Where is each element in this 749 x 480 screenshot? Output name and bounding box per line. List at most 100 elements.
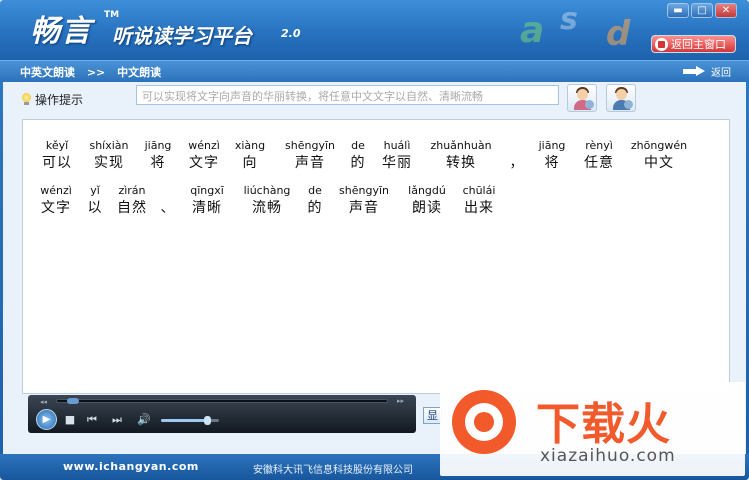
word[interactable]: rènyì 任意 bbox=[575, 138, 623, 173]
hanzi: 可以 bbox=[42, 155, 72, 171]
breadcrumb-item-cn-en-reading[interactable]: 中英文朗读 bbox=[20, 66, 75, 79]
hanzi: 中文 bbox=[644, 155, 674, 171]
reading-line-2: wénzì 文字 yǐ 以 zìrán 自然 、 qīngxī 清晰 liúchàng 流… bbox=[23, 183, 731, 223]
previous-button[interactable]: ⏮ bbox=[85, 412, 99, 428]
male-voice-button[interactable] bbox=[606, 84, 636, 112]
download-logo-icon bbox=[452, 390, 516, 454]
hanzi: 清晰 bbox=[192, 200, 222, 216]
pinyin: liúchàng bbox=[243, 184, 291, 197]
breadcrumb-item-cn-reading: 中文朗读 bbox=[117, 66, 162, 79]
decorative-letters: a s d bbox=[520, 2, 650, 58]
footer-company: 安徽科大讯飞信息科技股份有限公司 bbox=[253, 465, 413, 476]
word[interactable]: zhōngwén 中文 bbox=[623, 138, 695, 173]
play-icon bbox=[585, 100, 594, 109]
female-voice-button[interactable] bbox=[567, 84, 597, 112]
pinyin: rènyì bbox=[585, 139, 613, 152]
title-bar[interactable]: 畅言 TM 听说读学习平台 2.0 a s d ▬ □ ✕ 返回主窗口 bbox=[0, 0, 749, 60]
hanzi: 华丽 bbox=[382, 155, 412, 171]
hanzi: 流畅 bbox=[252, 200, 282, 216]
volume-handle[interactable] bbox=[204, 416, 212, 425]
word[interactable]: wénzì 文字 bbox=[33, 183, 79, 218]
operation-tip-label: 操作提示 bbox=[35, 93, 84, 107]
hanzi: 朗读 bbox=[412, 200, 442, 216]
hanzi: 的 bbox=[307, 200, 323, 216]
breadcrumb-separator: >> bbox=[86, 66, 106, 79]
word[interactable]: wénzì 文字 bbox=[181, 138, 227, 173]
word[interactable]: lǎngdú 朗读 bbox=[401, 183, 453, 218]
word[interactable]: de 的 bbox=[343, 138, 373, 173]
pinyin: qīngxī bbox=[190, 184, 224, 197]
pinyin: yǐ bbox=[90, 184, 100, 197]
back-button[interactable]: 返回 bbox=[683, 64, 731, 79]
word[interactable]: jiāng 将 bbox=[137, 138, 179, 173]
word[interactable]: jiāng 将 bbox=[531, 138, 573, 173]
hanzi: 声音 bbox=[349, 200, 379, 216]
word[interactable]: huálì 华丽 bbox=[375, 138, 419, 173]
word[interactable]: kěyǐ 可以 bbox=[33, 138, 81, 173]
word[interactable]: zhuǎnhuàn 转换 bbox=[421, 138, 501, 173]
restore-button[interactable]: □ bbox=[691, 3, 713, 18]
decor-letter-s: s bbox=[560, 2, 578, 37]
pinyin: kěyǐ bbox=[45, 139, 69, 152]
seek-handle[interactable] bbox=[66, 398, 79, 404]
hanzi: 向 bbox=[242, 155, 258, 171]
word[interactable]: xiàng 向 bbox=[227, 138, 273, 173]
next-button[interactable]: ⏭ bbox=[110, 412, 124, 428]
minimize-button[interactable]: ▬ bbox=[667, 3, 689, 18]
volume-fill bbox=[161, 419, 211, 422]
word[interactable]: shíxiàn 实现 bbox=[81, 138, 137, 173]
word[interactable]: shēngyīn 声音 bbox=[331, 183, 397, 218]
toolbar: 操作提示 可以实现将文字向声音的华丽转换，将任意中文文字以自然、清晰流畅 bbox=[3, 82, 746, 118]
seek-start-icon: ◂◂ bbox=[40, 398, 48, 406]
word[interactable]: chūlái 出来 bbox=[455, 183, 503, 218]
breadcrumb: 中英文朗读 >> 中文朗读 bbox=[20, 64, 169, 80]
word[interactable]: ， bbox=[501, 138, 533, 173]
hanzi: 的 bbox=[350, 155, 366, 171]
operation-tip[interactable]: 操作提示 bbox=[21, 91, 83, 108]
decor-letter-a: a bbox=[520, 10, 545, 51]
text-input[interactable]: 可以实现将文字向声音的华丽转换，将任意中文文字以自然、清晰流畅 bbox=[136, 85, 559, 105]
reading-text-panel[interactable]: kěyǐ 可以 shíxiàn 实现 jiāng 将 wénzì 文字 xiàng 向 s… bbox=[22, 119, 730, 394]
hanzi: ， bbox=[509, 155, 525, 171]
word[interactable]: yǐ 以 bbox=[81, 183, 109, 218]
seek-bar[interactable] bbox=[56, 398, 388, 404]
watermark-domain: xiazaihuo.com bbox=[540, 446, 676, 466]
word[interactable]: de 的 bbox=[301, 183, 329, 218]
decor-letter-d: d bbox=[606, 14, 631, 54]
female-avatar-icon bbox=[577, 89, 588, 100]
close-button[interactable]: ✕ bbox=[715, 3, 737, 18]
hanzi: 、 bbox=[160, 200, 176, 216]
back-label: 返回 bbox=[711, 68, 731, 79]
skip-back-icon: ⏮ bbox=[87, 413, 97, 426]
word[interactable]: zìrán 自然 bbox=[109, 183, 155, 218]
pinyin bbox=[155, 183, 181, 198]
hanzi: 出来 bbox=[464, 200, 494, 216]
return-main-window-button[interactable]: 返回主窗口 bbox=[651, 35, 736, 53]
reading-line-1: kěyǐ 可以 shíxiàn 实现 jiāng 将 wénzì 文字 xiàng 向 s… bbox=[23, 138, 731, 178]
hanzi: 声音 bbox=[295, 155, 325, 171]
play-icon bbox=[624, 100, 633, 109]
stop-icon: ■ bbox=[64, 413, 76, 426]
word[interactable]: shēngyīn 声音 bbox=[277, 138, 343, 173]
play-icon: ▶ bbox=[42, 414, 51, 425]
pinyin: de bbox=[351, 139, 365, 152]
footer-url[interactable]: www.ichangyan.com bbox=[63, 460, 199, 473]
watermark: 下载火 xiazaihuo.com bbox=[440, 382, 745, 476]
word[interactable]: liúchàng 流畅 bbox=[235, 183, 299, 218]
stop-button[interactable]: ■ bbox=[63, 412, 77, 428]
hanzi: 任意 bbox=[584, 155, 614, 171]
word[interactable]: 、 bbox=[155, 183, 181, 218]
breadcrumb-bar: 中英文朗读 >> 中文朗读 返回 bbox=[0, 60, 749, 82]
trademark: TM bbox=[104, 10, 120, 20]
volume-slider[interactable] bbox=[161, 416, 219, 425]
play-button[interactable]: ▶ bbox=[36, 409, 57, 430]
pinyin: huálì bbox=[383, 139, 411, 152]
hanzi: 自然 bbox=[117, 200, 147, 216]
hanzi: 将 bbox=[544, 155, 560, 171]
app-logo: 畅言 bbox=[30, 14, 92, 49]
pinyin: zìrán bbox=[118, 184, 146, 197]
watermark-brand: 下载火 bbox=[536, 399, 671, 450]
volume-button[interactable]: 🔊 bbox=[135, 412, 153, 428]
word[interactable]: qīngxī 清晰 bbox=[181, 183, 233, 218]
window-controls: ▬ □ ✕ bbox=[667, 3, 737, 18]
